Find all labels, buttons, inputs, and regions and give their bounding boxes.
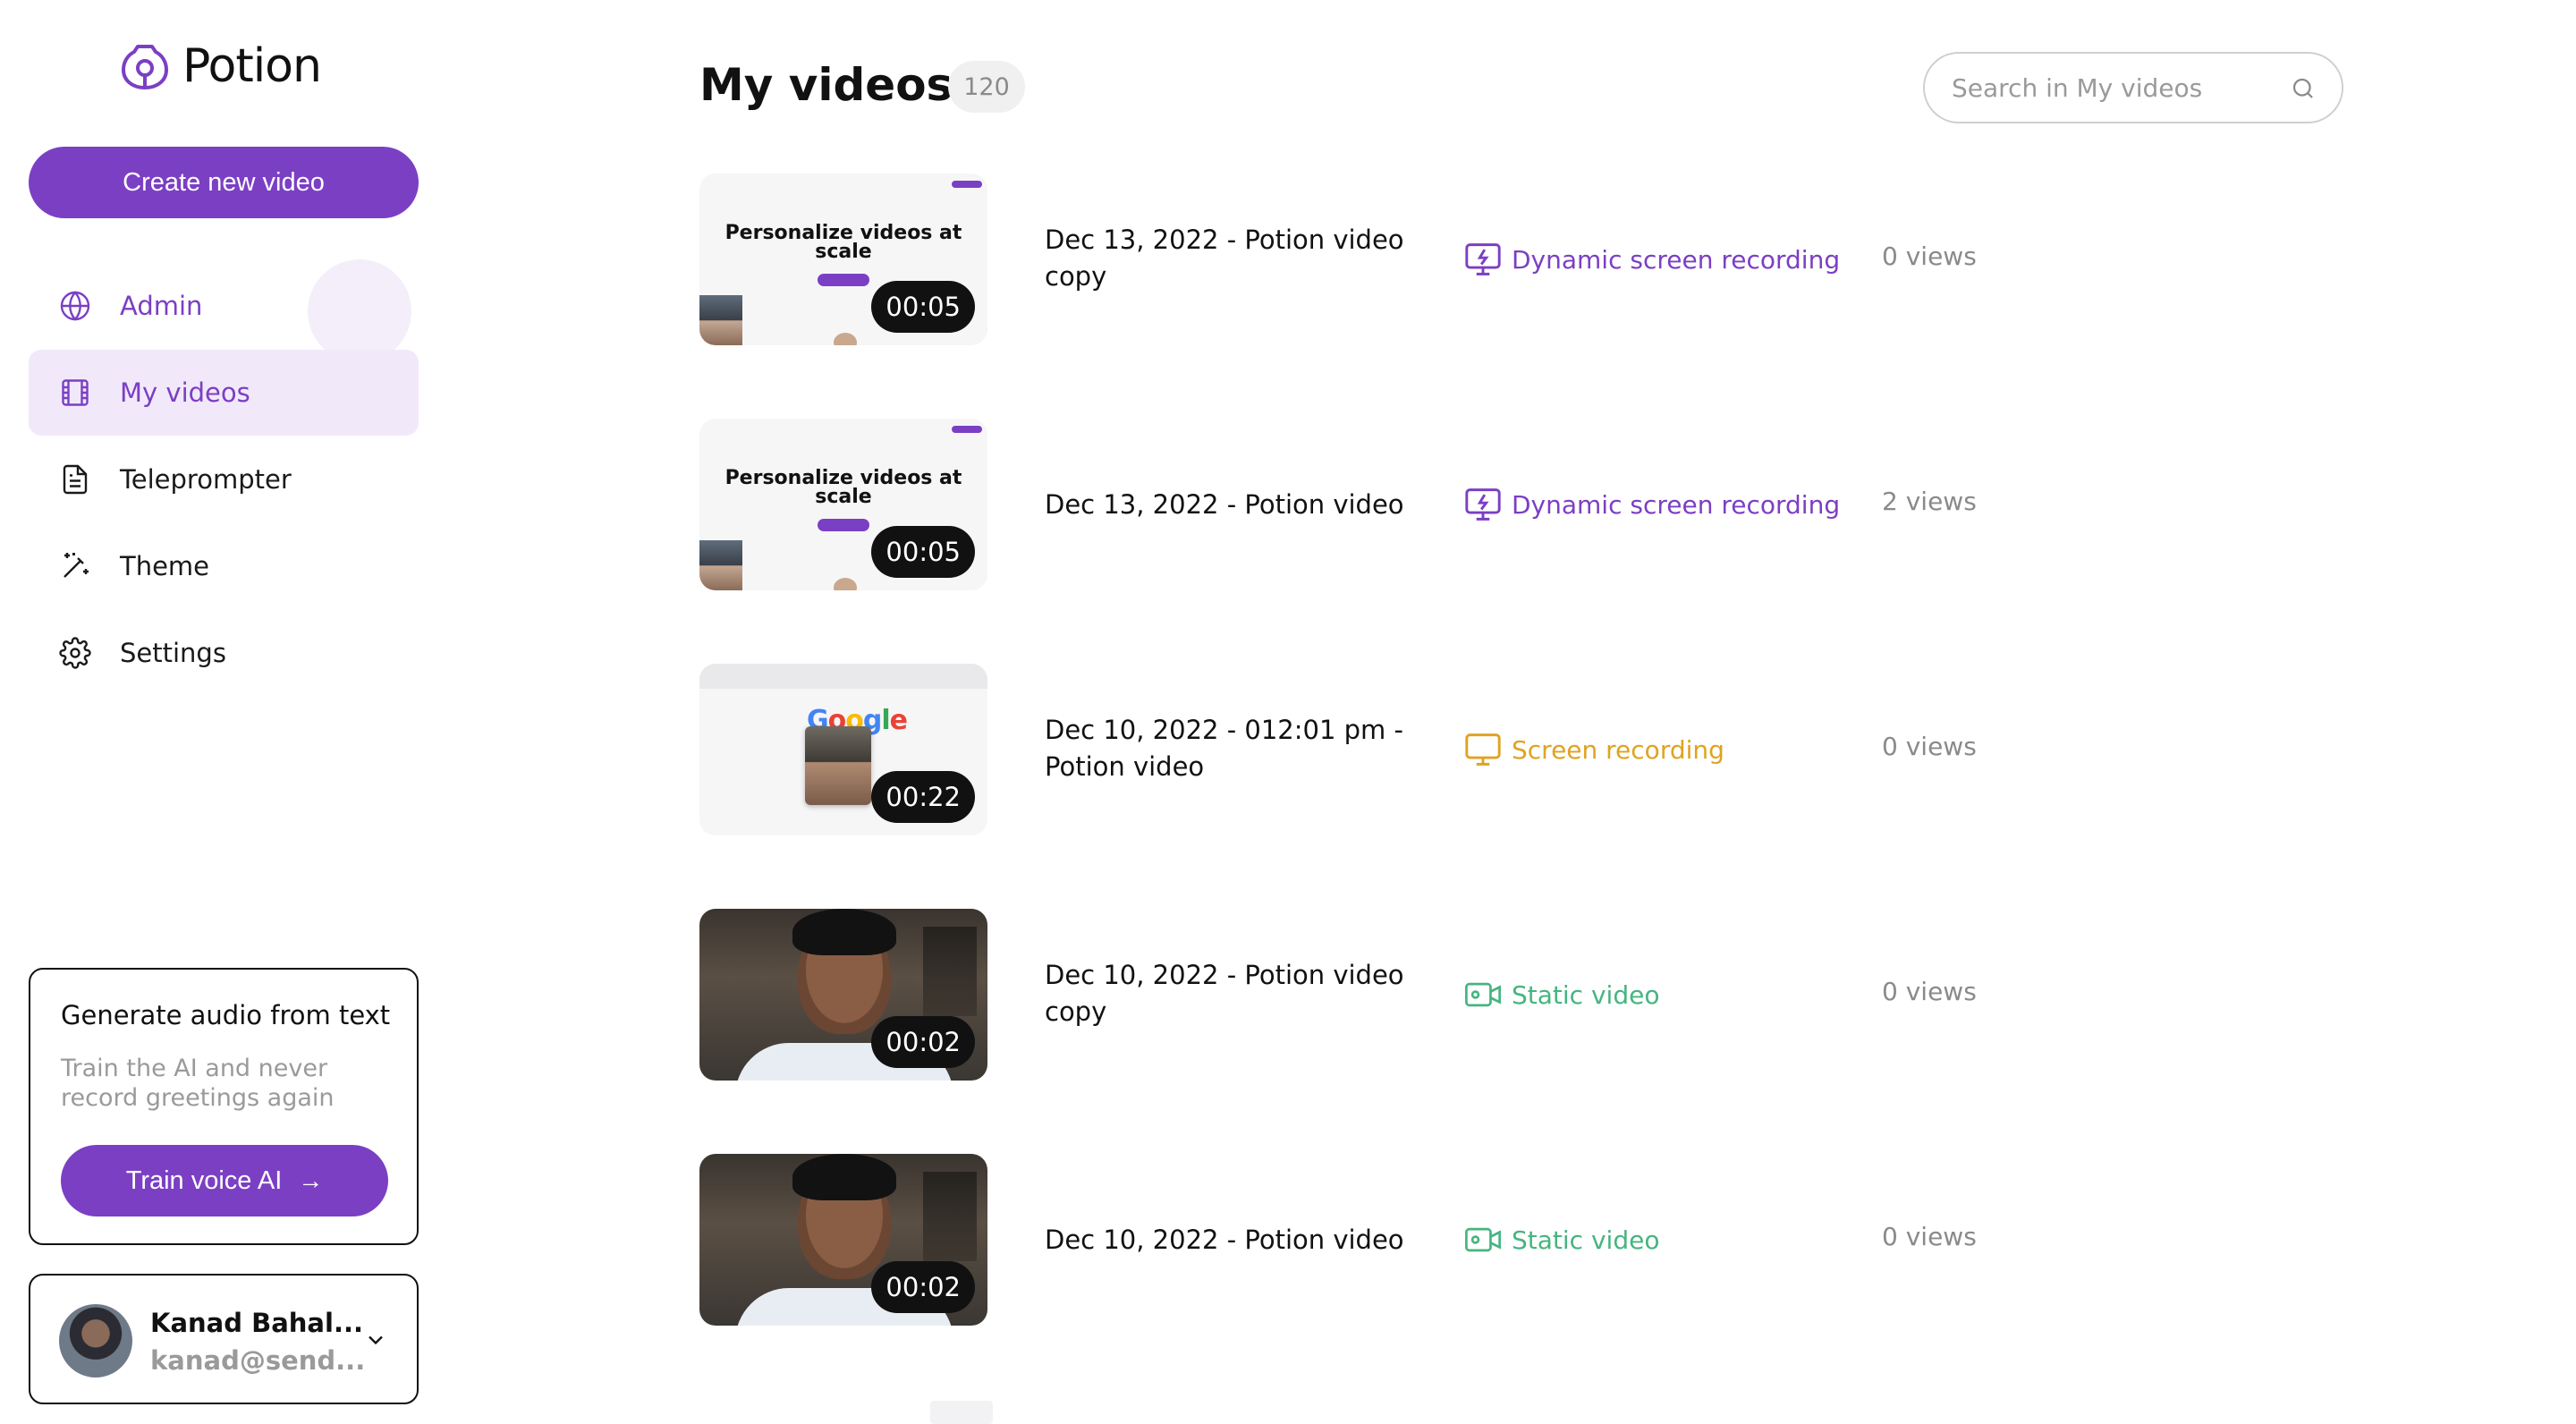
dynamic-screen-recording-icon	[1465, 243, 1501, 275]
user-name: Kanad Bahal...	[150, 1308, 363, 1338]
train-voice-ai-button[interactable]: Train voice AI →	[61, 1145, 388, 1216]
avatar	[59, 1304, 132, 1377]
sidebar-item-teleprompter[interactable]: Teleprompter	[29, 437, 419, 522]
video-row[interactable]: Google 00:22 Dec 10, 2022 - 012:01 pm - …	[699, 664, 2041, 839]
view-count: 0 views	[1882, 977, 1977, 1006]
sidebar-item-settings[interactable]: Settings	[29, 610, 419, 696]
thumbnail-webcam	[805, 726, 871, 805]
video-thumbnail[interactable]: 00:02	[699, 1154, 987, 1326]
voice-ai-promo-card: Generate audio from text Train the AI an…	[29, 968, 419, 1245]
video-title[interactable]: Dec 10, 2022 - Potion video copy	[1045, 957, 1420, 1030]
thumbnail-browser-bar	[699, 664, 987, 689]
video-row[interactable]: 00:02 Dec 10, 2022 - Potion video Static…	[699, 1154, 2041, 1329]
video-type-label: Dynamic screen recording	[1512, 244, 1841, 275]
duration-badge: 00:02	[871, 1016, 975, 1068]
thumbnail-hair	[792, 1154, 896, 1200]
thumbnail-background	[923, 927, 977, 1016]
create-new-video-button[interactable]: Create new video	[29, 147, 419, 218]
video-type-label: Static video	[1512, 979, 1660, 1010]
chevron-down-icon[interactable]	[363, 1327, 388, 1352]
promo-title: Generate audio from text	[61, 1000, 391, 1030]
duration-badge: 00:22	[871, 771, 975, 823]
user-account-card[interactable]: Kanad Bahal... kanad@send...	[29, 1274, 419, 1404]
view-count: 0 views	[1882, 1222, 1977, 1251]
view-count: 2 views	[1882, 487, 1977, 516]
duration-badge: 00:05	[871, 526, 975, 578]
page-title: My videos	[699, 59, 953, 111]
train-voice-ai-label: Train voice AI	[125, 1165, 283, 1195]
video-row[interactable]: Personalize videos at scale 00:05 Dec 13…	[699, 174, 2041, 349]
sidebar-item-label: Admin	[120, 291, 203, 321]
thumbnail-nav	[705, 181, 982, 188]
duration-badge: 00:05	[871, 281, 975, 333]
video-thumbnail[interactable]: Personalize videos at scale 00:05	[699, 174, 987, 345]
thumbnail-webcam	[699, 295, 742, 345]
video-type-label: Static video	[1512, 1225, 1660, 1255]
sidebar: Potion Create new video Admin My videos …	[0, 0, 447, 1424]
thumbnail-heading: Personalize videos at scale	[724, 222, 962, 263]
search-icon[interactable]	[2290, 75, 2317, 102]
video-type: Dynamic screen recording	[1463, 487, 1840, 522]
thumbnail-hair	[792, 909, 896, 955]
globe-icon	[57, 288, 93, 324]
video-camera-icon	[1465, 982, 1501, 1007]
video-type: Screen recording	[1463, 732, 1724, 767]
video-title[interactable]: Dec 13, 2022 - Potion video copy	[1045, 222, 1420, 295]
thumbnail-button	[818, 519, 869, 531]
video-camera-icon	[1465, 1227, 1501, 1252]
video-count-badge: 120	[948, 61, 1025, 113]
search-box[interactable]	[1923, 52, 2343, 123]
video-title[interactable]: Dec 13, 2022 - Potion video	[1045, 487, 1420, 523]
video-type: Dynamic screen recording	[1463, 242, 1840, 277]
thumbnail-webcam	[699, 540, 742, 590]
duration-badge: 00:02	[871, 1261, 975, 1313]
sidebar-item-admin[interactable]: Admin	[29, 259, 419, 363]
thumbnail-face	[834, 333, 857, 345]
video-type-label: Screen recording	[1512, 734, 1724, 765]
video-type: Static video	[1463, 1222, 1659, 1258]
video-type: Static video	[1463, 977, 1659, 1013]
sidebar-item-theme[interactable]: Theme	[29, 523, 419, 609]
screen-recording-icon	[1465, 733, 1501, 766]
magic-wand-icon	[57, 548, 93, 584]
video-thumbnail[interactable]: Personalize videos at scale 00:05	[699, 419, 987, 590]
sidebar-item-label: Theme	[120, 551, 210, 581]
sidebar-item-label: Teleprompter	[120, 464, 292, 495]
dynamic-screen-recording-icon	[1465, 488, 1501, 521]
sidebar-item-label: Settings	[120, 638, 226, 668]
user-email: kanad@send...	[150, 1345, 366, 1376]
video-type-label: Dynamic screen recording	[1512, 489, 1841, 520]
document-icon	[57, 462, 93, 497]
potion-logo-icon	[122, 45, 168, 89]
video-row[interactable]: Personalize videos at scale 00:05 Dec 13…	[699, 419, 2041, 594]
promo-subtitle: Train the AI and never record greetings …	[61, 1055, 335, 1112]
hover-ripple	[308, 259, 411, 363]
view-count: 0 views	[1882, 242, 1977, 271]
search-input[interactable]	[1952, 54, 2292, 122]
film-icon	[57, 375, 93, 411]
view-count: 0 views	[1882, 732, 1977, 761]
video-thumbnail[interactable]: Google 00:22	[699, 664, 987, 835]
video-title[interactable]: Dec 10, 2022 - Potion video	[1045, 1222, 1420, 1259]
sidebar-nav: Admin My videos Teleprompter Theme Setti…	[29, 259, 419, 697]
sidebar-item-my-videos[interactable]: My videos	[29, 350, 419, 436]
sidebar-item-label: My videos	[120, 377, 250, 408]
thumbnail-heading: Personalize videos at scale	[724, 467, 962, 508]
thumbnail-button	[818, 274, 869, 286]
arrow-right-icon: →	[298, 1166, 324, 1194]
video-row[interactable]: 00:02 Dec 10, 2022 - Potion video copy S…	[699, 909, 2041, 1084]
video-title[interactable]: Dec 10, 2022 - 012:01 pm - Potion video	[1045, 712, 1420, 785]
thumbnail-face	[834, 578, 857, 590]
gear-icon	[57, 635, 93, 671]
video-thumbnail[interactable]: 00:02	[699, 909, 987, 1081]
thumbnail-nav	[705, 426, 982, 433]
app-name: Potion	[182, 39, 322, 93]
thumbnail-background	[923, 1172, 977, 1261]
video-thumbnail-partial[interactable]	[930, 1401, 993, 1424]
potion-logo[interactable]: Potion	[118, 39, 322, 93]
